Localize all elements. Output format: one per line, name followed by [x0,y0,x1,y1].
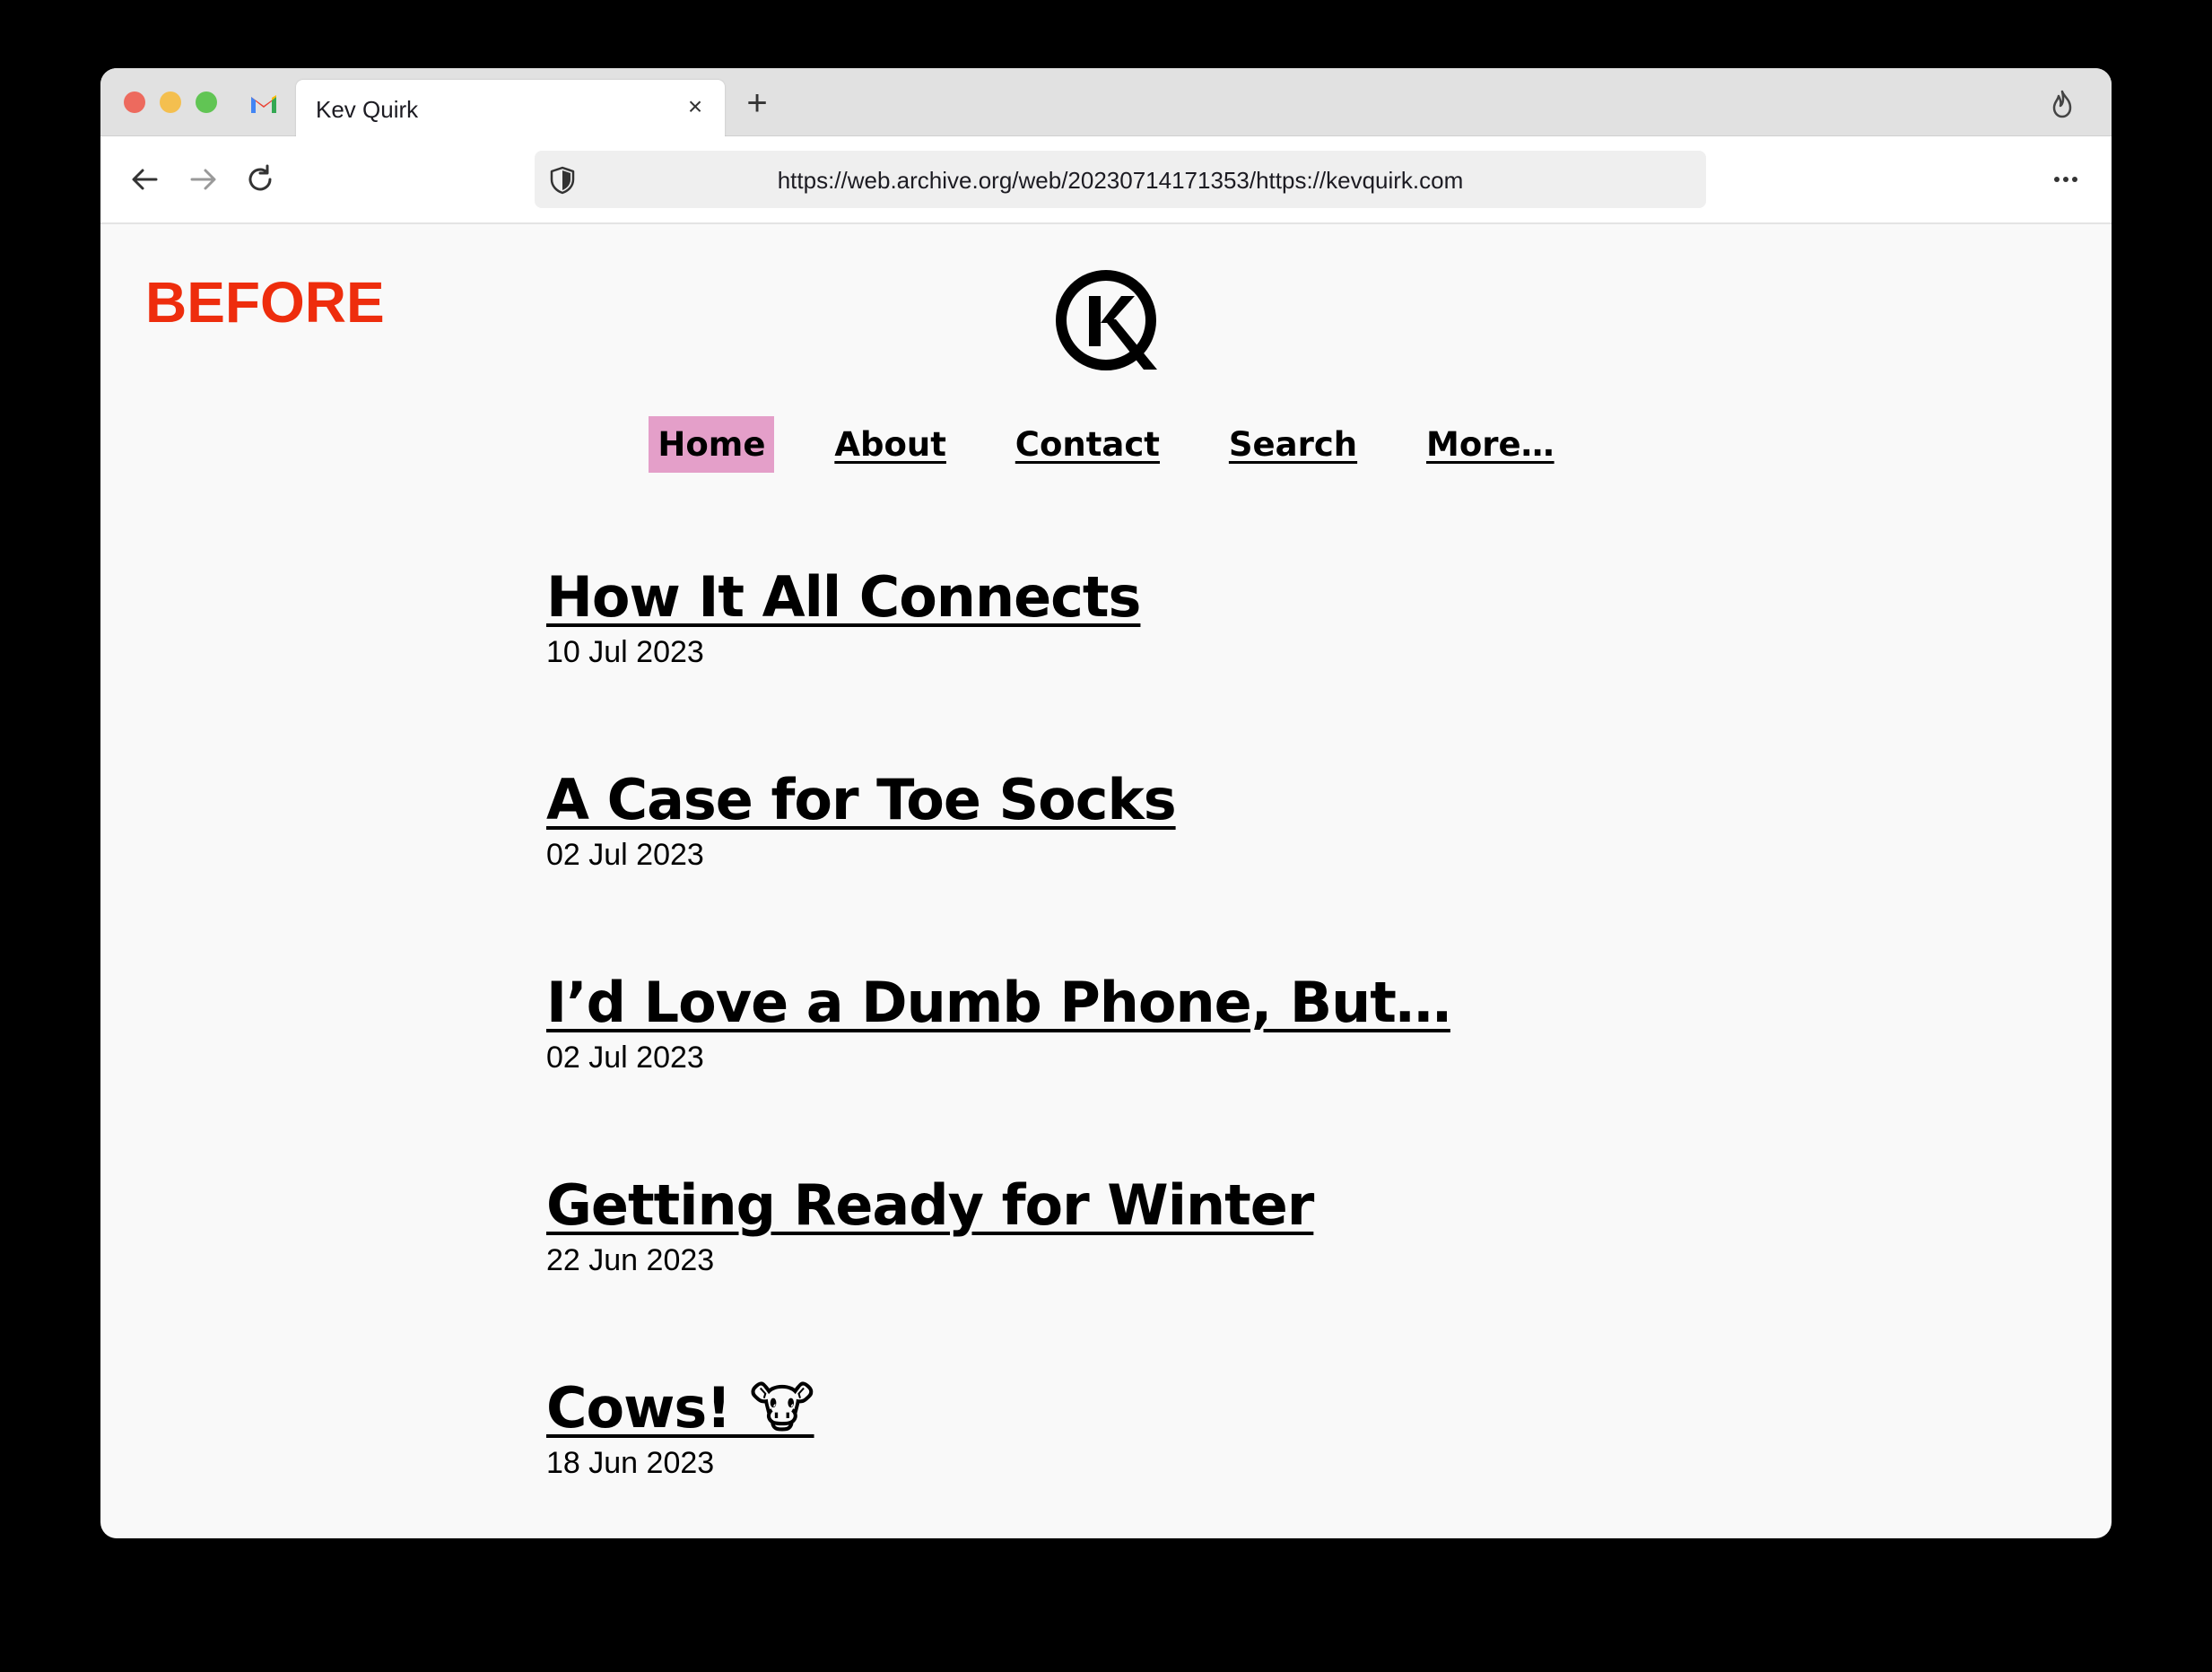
post-item: I’d Love a Dumb Phone, But… 02 Jul 2023 [546,967,1712,1170]
new-tab-icon[interactable]: + [739,85,775,122]
nav-more[interactable]: More… [1417,416,1563,473]
forward-arrow-icon[interactable] [183,160,222,199]
browser-window: Kev Quirk × + https://web.archive.org/we… [100,68,2112,1538]
post-date: 18 Jun 2023 [546,1446,715,1480]
gmail-icon [251,95,276,113]
nav-toolbar: https://web.archive.org/web/202307141713… [100,136,2112,224]
close-window-button[interactable] [124,91,145,113]
reload-icon[interactable] [240,160,280,199]
nav-about[interactable]: About [825,416,955,473]
tab-strip: Kev Quirk × + [100,68,2112,136]
post-item: Getting Ready for Winter 22 Jun 2023 [546,1170,1712,1372]
post-title-link[interactable]: A Case for Toe Socks [546,764,1177,836]
nav-search[interactable]: Search [1220,416,1366,473]
nav-contact[interactable]: Contact [1006,416,1169,473]
nav-home[interactable]: Home [649,416,775,473]
back-arrow-icon[interactable] [126,160,165,199]
post-title-link[interactable]: Getting Ready for Winter [546,1170,1314,1241]
tab-close-icon[interactable]: × [682,93,709,120]
minimize-window-button[interactable] [160,91,181,113]
kq-logo[interactable] [1055,269,1161,375]
before-label: BEFORE [145,270,385,335]
page-content: BEFORE Home About Contact Search More… H… [100,224,2112,1538]
post-list: How It All Connects 10 Jul 2023 A Case f… [546,562,1712,1538]
site-nav: Home About Contact Search More… [100,416,2112,474]
tab-title: Kev Quirk [316,96,419,123]
url-text[interactable]: https://web.archive.org/web/202307141713… [535,167,1706,195]
post-item: How It All Connects 10 Jul 2023 [546,562,1712,764]
post-item: Cows! 🐮 18 Jun 2023 [546,1372,1712,1538]
tab-active[interactable]: Kev Quirk × [296,80,725,136]
fire-icon[interactable] [2049,90,2076,118]
more-menu-icon[interactable] [2052,169,2079,190]
post-item: A Case for Toe Socks 02 Jul 2023 [546,764,1712,967]
post-title-link[interactable]: How It All Connects [546,562,1141,633]
post-date: 22 Jun 2023 [546,1243,715,1277]
post-date: 02 Jul 2023 [546,1041,704,1075]
post-date: 10 Jul 2023 [546,635,704,669]
post-date: 02 Jul 2023 [546,838,704,872]
post-title-link[interactable]: Cows! 🐮 [546,1372,815,1444]
url-bar[interactable]: https://web.archive.org/web/202307141713… [535,151,1706,208]
post-title-link[interactable]: I’d Love a Dumb Phone, But… [546,967,1451,1039]
maximize-window-button[interactable] [196,91,217,113]
